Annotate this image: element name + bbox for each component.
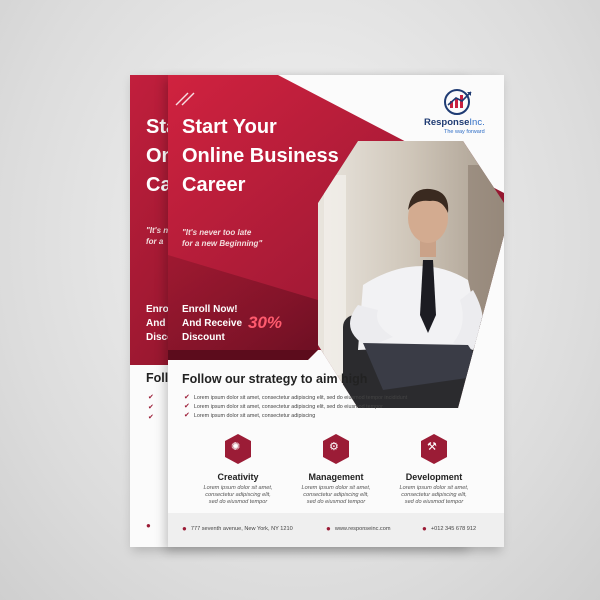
enroll-line-2: And Receive xyxy=(182,318,243,329)
service-desc-line: sed do eiusmod tempor xyxy=(306,499,366,505)
phone-text: +012 345 678 912 xyxy=(430,525,477,532)
service-management: Management Lorem ipsum dolor sit amet, c… xyxy=(291,472,381,506)
globe-icon: ● xyxy=(326,524,331,533)
strategy-title: Follow our strategy to aim high xyxy=(182,372,368,386)
footer-address: ● 777 seventh avenue, New York, NY 1210 xyxy=(182,524,293,533)
back-quote-line-1: "It's n xyxy=(146,226,169,235)
back-bullet-marks: ✔ ✔ ✔ xyxy=(148,394,154,421)
front-flyer: ResponseInc. The way forward Start Your … xyxy=(168,75,504,547)
footer-phone: ● +012 345 678 912 xyxy=(422,524,476,533)
headline-line-2: Online Business xyxy=(182,145,339,167)
service-desc-line: sed do eiusmod tempor xyxy=(208,499,268,505)
logo-tagline: The way forward xyxy=(444,129,485,135)
enroll-offer: Enroll Now! And Receive Discount xyxy=(182,303,242,345)
development-icon: ⚒ xyxy=(427,441,437,453)
service-desc-line: sed do eiusmod tempor xyxy=(404,499,464,505)
bullet-text: Lorem ipsum dolor sit amet, consectetur … xyxy=(193,413,316,419)
check-icon: ✔ xyxy=(184,394,190,401)
footer-website: ● www.responseinc.com xyxy=(326,524,391,533)
bullet-item: ✔ Lorem ipsum dolor sit amet, consectetur… xyxy=(184,393,407,402)
logo-wordmark: ResponseInc. xyxy=(424,117,485,128)
service-desc-line: Lorem ipsum dolor sit amet, xyxy=(399,485,469,491)
lightbulb-icon: ✺ xyxy=(231,441,241,453)
service-desc-line: Lorem ipsum dolor sit amet, xyxy=(301,485,371,491)
enroll-line-3: Discount xyxy=(182,332,225,343)
quote-line-2: for a new Beginning" xyxy=(182,239,263,248)
bullet-text: Lorem ipsum dolor sit amet, consectetur … xyxy=(193,404,383,410)
back-quote-line-2: for a xyxy=(146,237,164,246)
discount-value: 30% xyxy=(248,313,283,332)
bullet-item: ✔ Lorem ipsum dolor sit amet, consectetur… xyxy=(184,411,407,420)
service-description: Lorem ipsum dolor sit amet, consectetur … xyxy=(291,485,381,506)
service-title: Development xyxy=(405,472,463,482)
website-text: www.responseinc.com xyxy=(334,525,391,532)
quote: "It's never too late for a new Beginning… xyxy=(182,227,262,249)
headline: Start Your Online Business Career xyxy=(182,113,339,200)
enroll-line-1: Enroll Now! xyxy=(182,304,238,315)
service-description: Lorem ipsum dolor sit amet, consectetur … xyxy=(389,485,479,506)
service-desc-line: Lorem ipsum dolor sit amet, xyxy=(203,485,273,491)
logo-name-strong: Response xyxy=(424,117,470,128)
service-desc-line: consectetur adipiscing elit, xyxy=(401,492,467,498)
logo-name-light: Inc. xyxy=(469,117,485,128)
address-text: 777 seventh avenue, New York, NY 1210 xyxy=(190,525,293,532)
management-icon: ⚙ xyxy=(329,441,339,453)
service-development: Development Lorem ipsum dolor sit amet, … xyxy=(389,472,479,506)
check-icon: ✔ xyxy=(184,412,190,419)
headline-line-3: Career xyxy=(182,174,246,196)
service-desc-line: consectetur adipiscing elit, xyxy=(303,492,369,498)
service-description: Lorem ipsum dolor sit amet, consectetur … xyxy=(193,485,283,506)
service-desc-line: consectetur adipiscing elit, xyxy=(205,492,271,498)
location-icon: ● xyxy=(182,524,187,533)
bullet-item: ✔ Lorem ipsum dolor sit amet, consectetur… xyxy=(184,402,407,411)
headline-line-1: Start Your xyxy=(182,116,277,138)
bullet-list: ✔ Lorem ipsum dolor sit amet, consectetur… xyxy=(184,393,407,420)
service-creativity: Creativity Lorem ipsum dolor sit amet, c… xyxy=(193,472,283,506)
service-title: Management xyxy=(308,472,364,482)
bullet-text: Lorem ipsum dolor sit amet, consectetur … xyxy=(193,395,408,401)
phone-icon: ● xyxy=(422,524,427,533)
service-title: Creativity xyxy=(217,472,259,482)
quote-line-1: "It's never too late xyxy=(182,228,252,237)
back-location-icon: ● xyxy=(146,521,151,530)
logo-mark xyxy=(444,89,474,120)
check-icon: ✔ xyxy=(184,403,190,410)
